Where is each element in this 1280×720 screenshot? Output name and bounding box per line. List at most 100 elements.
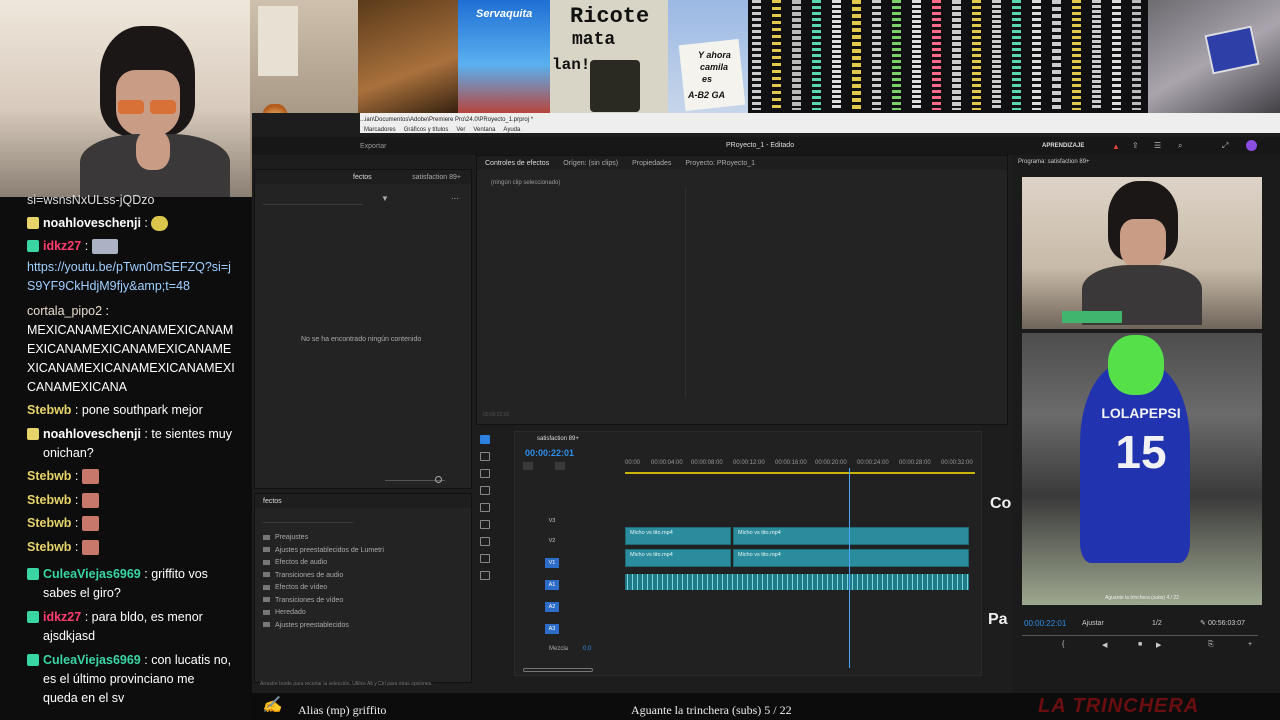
ruler-tick-label: 00:00:12:00	[733, 460, 765, 466]
fullscreen-icon[interactable]: ⤢	[1222, 141, 1228, 151]
tree-item[interactable]: Ajustes preestablecidos	[263, 620, 463, 633]
tree-item[interactable]: Transiciones de audio	[263, 570, 463, 583]
effects-search-input[interactable]	[263, 514, 353, 523]
project-tabs: fectos satisfaction 89+	[255, 170, 471, 184]
track-label-a2[interactable]: A2	[545, 602, 559, 612]
audio-clip-waveform[interactable]	[625, 574, 969, 590]
tab-properties[interactable]: Propiedades	[632, 160, 671, 167]
track-label-a3[interactable]: A3	[545, 624, 559, 634]
wrench-icon[interactable]: ✎	[1200, 619, 1206, 627]
tab-source[interactable]: Orígen: (sin clips)	[563, 160, 618, 167]
work-area-bar[interactable]	[625, 472, 975, 474]
learning-button[interactable]: APRENDIZAJE	[1042, 143, 1084, 149]
fit-dropdown[interactable]: Ajustar	[1082, 620, 1104, 627]
video-clip[interactable]: Micho vs tito.mp4	[625, 549, 731, 567]
filter-icon[interactable]: ▼	[381, 194, 389, 203]
program-export-frame-icon[interactable]: ⎘	[1208, 641, 1214, 649]
timeline-scrollbar[interactable]	[523, 668, 593, 672]
tree-item[interactable]: Heredado	[263, 607, 463, 620]
menu-ayuda[interactable]: Ayuda	[503, 127, 520, 137]
track-select-tool-icon[interactable]	[480, 452, 490, 461]
track-label-v2[interactable]: V2	[545, 536, 559, 546]
now-playing-title: Aguante la trinchera (subs) 5 / 22	[631, 703, 792, 717]
tab-effects[interactable]: fectos	[263, 498, 282, 505]
program-mark-in-icon[interactable]: {	[1062, 641, 1064, 648]
track-label-v3[interactable]: V3	[545, 516, 559, 526]
track-label-a1[interactable]: A1	[545, 580, 559, 590]
chat-username[interactable]: cortala_pipo2	[27, 304, 102, 318]
chat-username[interactable]: Stebwb	[27, 540, 71, 554]
premiere-pro-window: ...ian\Documentos\Adobe\Premiere Pro\24.…	[252, 113, 1280, 693]
chat-username[interactable]: Stebwb	[27, 403, 71, 417]
export-tab[interactable]: Exportar	[360, 143, 386, 150]
tab-project[interactable]: Proyecto: PRoyecto_1	[685, 160, 755, 167]
emote-icon	[81, 469, 99, 485]
tab-effects-left[interactable]: fectos	[353, 174, 372, 181]
timeline-ruler[interactable]: 00:00 00:00:04:00 00:00:08:00 00:00:12:0…	[625, 460, 975, 472]
video-clip[interactable]: Micho vs tito.mp4	[733, 549, 969, 567]
chat-username[interactable]: idkz27	[43, 610, 81, 624]
program-scrub-bar[interactable]	[1022, 635, 1258, 636]
chat-username[interactable]: Stebwb	[27, 516, 71, 530]
razor-tool-icon[interactable]	[480, 486, 490, 495]
jersey-name: LOLAPEPSI	[1101, 405, 1181, 421]
resolution-dropdown[interactable]: 1/2	[1152, 620, 1162, 627]
ruler-tick-label: 00:00:24:00	[857, 460, 889, 466]
timeline-timecode[interactable]: 00:00:22:01	[525, 448, 574, 458]
chat-link[interactable]: https://youtu.be/pTwn0mSEFZQ?si=jS9YF9Ck…	[27, 260, 231, 293]
timeline-link-icon[interactable]	[555, 462, 565, 470]
timeline-snap-icon[interactable]	[523, 462, 533, 470]
profile-avatar[interactable]	[1246, 140, 1257, 151]
menu-graficos[interactable]: Gráficos y títulos	[404, 127, 449, 137]
program-stop-icon[interactable]: ■	[1138, 641, 1142, 648]
panel-search-input[interactable]	[263, 196, 363, 205]
chat-username[interactable]: CuleaViejas6969	[43, 653, 141, 667]
ruler-tick-label: 00:00:04:00	[651, 460, 683, 466]
chat-username[interactable]: noahloveschenji	[43, 216, 141, 230]
tab-sequence-label[interactable]: satisfaction 89+	[412, 174, 461, 181]
chat-username[interactable]: idkz27	[43, 239, 81, 253]
menu-marcadores[interactable]: Marcadores	[364, 127, 396, 137]
tree-item-label: Ajustes preestablecidos	[275, 621, 349, 629]
video-clip[interactable]: Micho vs tito.mp4	[733, 527, 969, 545]
tree-item[interactable]: Transiciones de vídeo	[263, 595, 463, 608]
program-timecode[interactable]: 00:00:22:01	[1024, 619, 1066, 628]
share-icon[interactable]: ⇪	[1132, 141, 1139, 150]
quick-export-icon[interactable]: ☰	[1154, 141, 1161, 150]
menu-ver[interactable]: Ver	[456, 127, 465, 137]
menu-ventana[interactable]: Ventana	[473, 127, 495, 137]
panel-menu-icon[interactable]: ⋯	[451, 194, 459, 203]
tree-item[interactable]: Ajustes preestablecidos de Lumetri	[263, 545, 463, 558]
chat-username[interactable]: noahloveschenji	[43, 427, 141, 441]
track-label-v1[interactable]: V1	[545, 558, 559, 568]
tree-item[interactable]: Preajustes	[263, 532, 463, 545]
playhead[interactable]	[849, 468, 850, 668]
ruler-tick-label: 00:00:16:00	[775, 460, 807, 466]
type-tool-icon[interactable]	[480, 571, 490, 580]
selection-tool-icon[interactable]	[480, 435, 490, 444]
sequence-tab[interactable]: satisfaction 89+	[537, 436, 579, 442]
program-add-icon[interactable]: +	[1248, 641, 1252, 648]
tree-item[interactable]: Efectos de audio	[263, 557, 463, 570]
chat-username[interactable]: CuleaViejas6969	[43, 567, 141, 581]
search-icon[interactable]: ⌕	[1178, 141, 1182, 151]
alert-icon[interactable]: ▲	[1112, 142, 1120, 151]
chat-message: CuleaViejas6969 : griffito vos sabes el …	[43, 567, 208, 600]
pen-tool-icon[interactable]	[480, 520, 490, 529]
chat-username[interactable]: Stebwb	[27, 469, 71, 483]
rectangle-tool-icon[interactable]	[480, 537, 490, 546]
overlay-text: lan!	[552, 56, 591, 74]
ripple-edit-tool-icon[interactable]	[480, 469, 490, 478]
chat-message: Stebwb :	[27, 491, 247, 510]
video-clip[interactable]: Micho vs tito.mp4	[625, 527, 731, 545]
tree-item[interactable]: Efectos de vídeo	[263, 582, 463, 595]
program-play-icon[interactable]: ▶	[1156, 641, 1161, 649]
overlay-text: es	[702, 74, 713, 84]
tab-effect-controls[interactable]: Controles de efectos	[485, 160, 549, 167]
slip-tool-icon[interactable]	[480, 503, 490, 512]
program-step-back-icon[interactable]: ◀	[1102, 641, 1107, 649]
mix-value[interactable]: 0,0	[583, 646, 591, 652]
hand-tool-icon[interactable]	[480, 554, 490, 563]
zoom-slider-handle[interactable]	[435, 476, 442, 483]
chat-username[interactable]: Stebwb	[27, 493, 71, 507]
